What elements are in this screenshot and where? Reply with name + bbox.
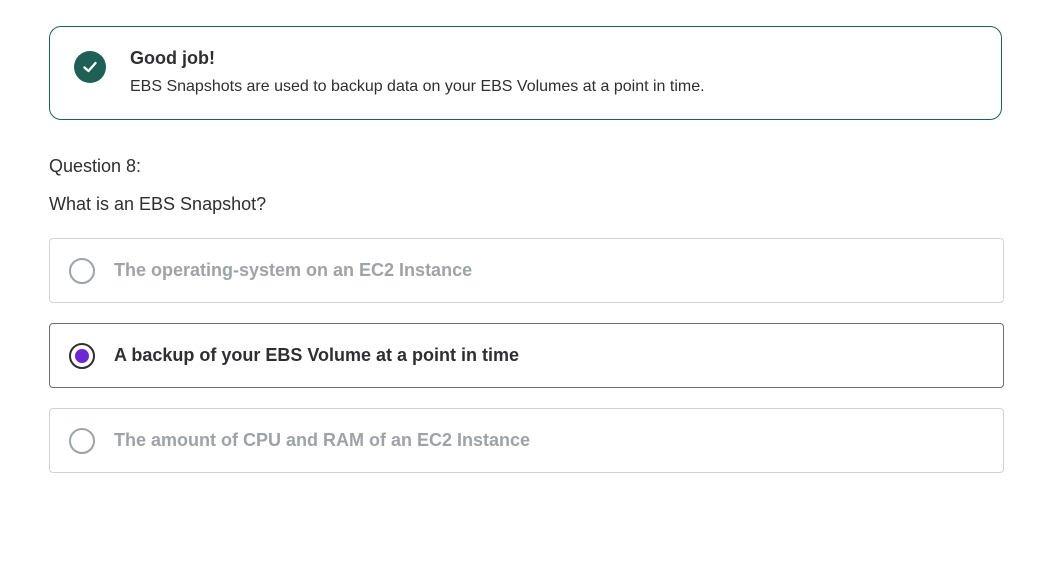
answer-option-label: The amount of CPU and RAM of an EC2 Inst… [114, 430, 531, 450]
radio-button[interactable] [69, 428, 95, 454]
answer-option-2[interactable]: A backup of your EBS Volume at a point i… [49, 323, 1004, 388]
answer-option-label: The operating-system on an EC2 Instance [114, 260, 473, 280]
question-prompt: What is an EBS Snapshot? [49, 194, 267, 214]
quiz-page: Good job! EBS Snapshots are used to back… [0, 0, 1044, 567]
feedback-message: EBS Snapshots are used to backup data on… [130, 78, 705, 95]
answer-option-1[interactable]: The operating-system on an EC2 Instance [49, 238, 1004, 303]
radio-button[interactable] [69, 343, 95, 369]
feedback-banner: Good job! EBS Snapshots are used to back… [49, 26, 1002, 120]
feedback-title: Good job! [130, 48, 215, 68]
radio-selected-dot [75, 349, 89, 363]
answer-option-3[interactable]: The amount of CPU and RAM of an EC2 Inst… [49, 408, 1004, 473]
radio-button[interactable] [69, 258, 95, 284]
check-icon [74, 51, 106, 83]
answer-option-label: A backup of your EBS Volume at a point i… [114, 345, 520, 365]
question-number: Question 8: [49, 156, 142, 176]
